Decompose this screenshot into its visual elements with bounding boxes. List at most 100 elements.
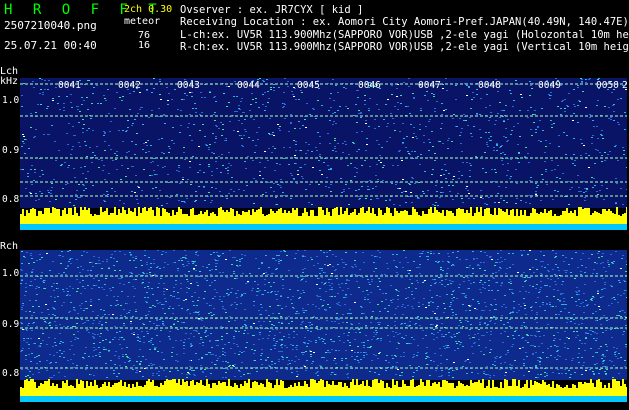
amplitude-bar	[380, 210, 382, 224]
amplitude-bar	[354, 209, 356, 224]
amplitude-bar	[218, 208, 220, 224]
amplitude-bar	[280, 380, 282, 396]
amplitude-bar	[346, 386, 348, 396]
amplitude-bar	[336, 207, 338, 224]
amplitude-bar	[440, 213, 442, 224]
amplitude-bar	[38, 386, 40, 396]
amplitude-bar	[406, 211, 408, 224]
amplitude-bar	[496, 387, 498, 396]
amplitude-bar	[564, 211, 566, 224]
amplitude-bar	[386, 383, 388, 396]
amplitude-bar	[546, 385, 548, 396]
amplitude-bar	[260, 383, 262, 396]
amplitude-bar	[492, 380, 494, 396]
amplitude-bar	[260, 207, 262, 224]
amplitude-bar	[212, 383, 214, 396]
amplitude-bar	[482, 379, 484, 396]
amplitude-bar	[20, 387, 22, 396]
amplitude-bar	[470, 380, 472, 396]
amplitude-bar	[572, 384, 574, 396]
amplitude-bar	[98, 215, 100, 224]
amplitude-bar	[364, 213, 366, 224]
amplitude-bar	[142, 208, 144, 224]
amplitude-bar	[512, 379, 514, 396]
amplitude-bar	[76, 379, 78, 396]
amplitude-bar	[358, 213, 360, 224]
amplitude-bar	[164, 209, 166, 224]
amplitude-bar	[318, 207, 320, 224]
amplitude-bar	[544, 209, 546, 224]
amplitude-bar	[462, 384, 464, 396]
amplitude-bar	[548, 384, 550, 396]
amplitude-bar	[472, 383, 474, 396]
amplitude-bar	[288, 387, 290, 396]
amplitude-bar	[456, 209, 458, 224]
amplitude-bar	[450, 211, 452, 224]
amplitude-bar	[110, 213, 112, 224]
amplitude-bar	[314, 216, 316, 224]
amplitude-bar	[506, 209, 508, 224]
amplitude-bar	[58, 209, 60, 224]
amplitude-bar	[36, 216, 38, 224]
amplitude-bar	[208, 216, 210, 224]
amplitude-bar	[114, 383, 116, 396]
amplitude-bar	[598, 213, 600, 224]
amplitude-bar	[180, 385, 182, 396]
amplitude-bar	[614, 379, 616, 396]
amplitude-bar	[244, 381, 246, 396]
amplitude-bar	[354, 385, 356, 396]
amplitude-bar	[52, 207, 54, 224]
amplitude-bar	[262, 214, 264, 224]
amplitude-bar	[308, 387, 310, 396]
amplitude-bar	[482, 216, 484, 224]
amplitude-bar	[304, 208, 306, 224]
amplitude-bar	[166, 212, 168, 224]
amplitude-bar	[124, 382, 126, 396]
rch-spectrogram	[20, 250, 627, 402]
amplitude-bar	[454, 216, 456, 224]
amplitude-bar	[596, 212, 598, 224]
amplitude-bar	[554, 214, 556, 224]
amplitude-bar	[26, 379, 28, 396]
amplitude-bar	[578, 382, 580, 396]
amplitude-bar	[438, 212, 440, 224]
amplitude-bar	[606, 211, 608, 224]
amplitude-bar	[430, 386, 432, 396]
amplitude-bar	[352, 212, 354, 224]
amplitude-bar	[626, 207, 627, 224]
amplitude-bar	[190, 209, 192, 224]
amplitude-bar	[574, 385, 576, 396]
amplitude-bar	[624, 213, 626, 224]
amplitude-bar	[562, 388, 564, 396]
amplitude-bar	[530, 213, 532, 224]
amplitude-bar	[538, 214, 540, 224]
amplitude-bar	[192, 208, 194, 224]
amplitude-bar	[68, 386, 70, 396]
time-mark: 0049	[538, 80, 561, 91]
amplitude-bar	[484, 209, 486, 224]
amplitude-bar	[144, 207, 146, 224]
amplitude-bar	[130, 211, 132, 224]
amplitude-bar	[554, 388, 556, 396]
amplitude-bar	[410, 215, 412, 224]
amplitude-bar	[516, 209, 518, 224]
amplitude-bar	[136, 216, 138, 224]
amplitude-bar	[156, 207, 158, 224]
amplitude-bar	[558, 216, 560, 224]
amplitude-bar	[122, 207, 124, 224]
amplitude-bar	[46, 208, 48, 224]
amplitude-bar	[524, 384, 526, 396]
amplitude-bar	[242, 211, 244, 224]
amplitude-bar	[344, 211, 346, 224]
amplitude-bar	[420, 379, 422, 396]
amplitude-bar	[146, 211, 148, 224]
amplitude-bar	[328, 384, 330, 396]
amplitude-bar	[210, 213, 212, 224]
amplitude-bar	[112, 385, 114, 396]
amplitude-bar	[474, 213, 476, 224]
amplitude-bar	[582, 209, 584, 224]
amplitude-bar	[134, 387, 136, 396]
amplitude-bar	[432, 213, 434, 224]
amplitude-bar	[592, 383, 594, 396]
amplitude-bar	[306, 212, 308, 224]
